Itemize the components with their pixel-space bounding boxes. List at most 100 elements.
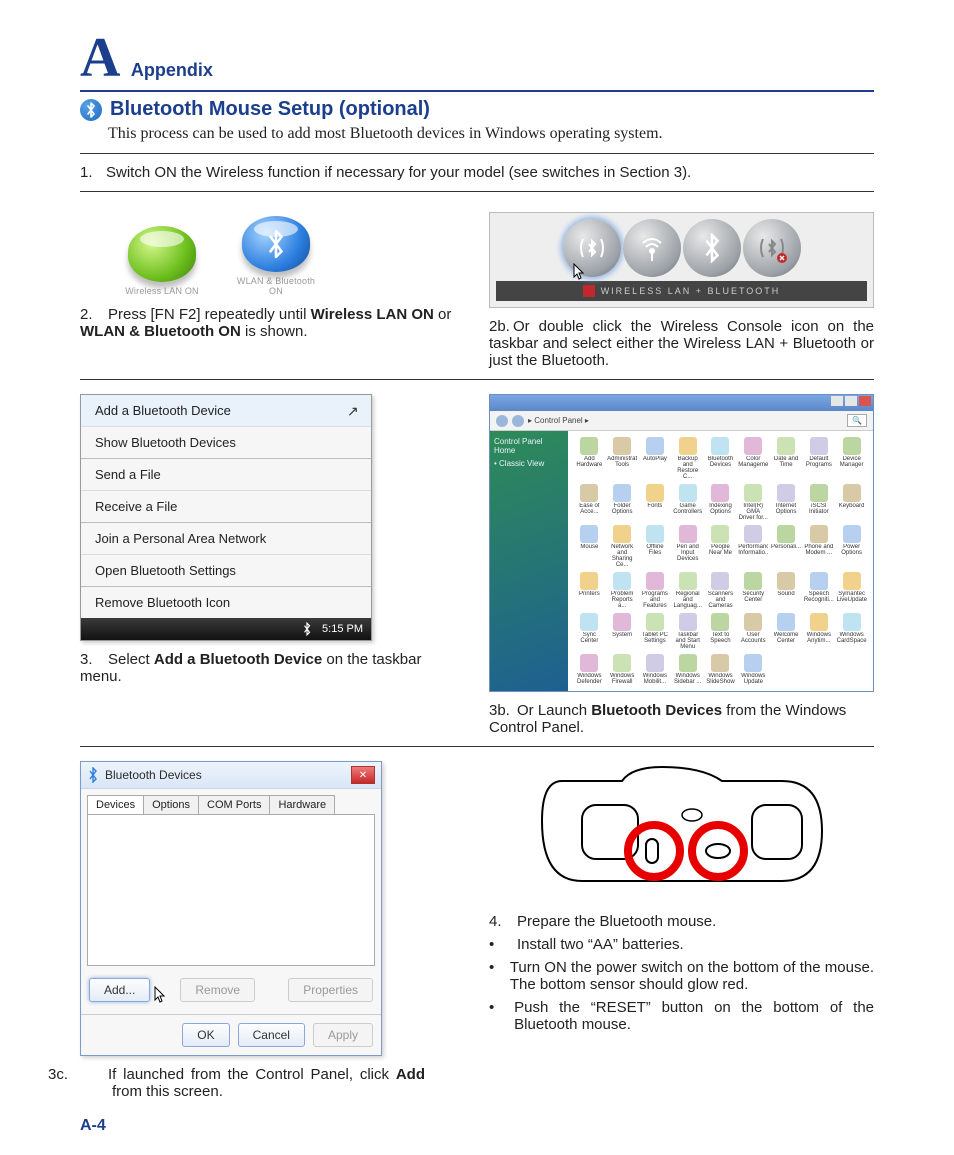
appendix-header: A Appendix	[80, 30, 874, 92]
ok-button[interactable]: OK	[182, 1023, 229, 1047]
tab-hardware[interactable]: Hardware	[269, 795, 335, 814]
cp-applet[interactable]: Windows Defender	[574, 654, 605, 685]
cp-applet[interactable]: Text to Speech	[705, 613, 736, 650]
wc-option-off[interactable]	[743, 219, 801, 277]
cp-breadcrumb[interactable]: ▸ Control Panel ▸	[528, 416, 589, 425]
step-2b: 2b.Or double click the Wireless Console …	[489, 318, 874, 369]
wc-option-wlan[interactable]	[623, 219, 681, 277]
applet-label: Scanners and Cameras	[705, 591, 735, 609]
cp-applet[interactable]: Printers	[574, 572, 605, 609]
applet-icon	[679, 613, 697, 631]
cm-remove-bt-icon[interactable]: Remove Bluetooth Icon	[81, 586, 371, 618]
applet-icon	[744, 654, 762, 672]
cp-applet[interactable]: Performance Informatio...	[738, 525, 769, 568]
cp-applet[interactable]: Sync Center	[574, 613, 605, 650]
cp-applet[interactable]: Ease of Acce...	[574, 484, 605, 521]
step-1: 1.Switch ON the Wireless function if nec…	[80, 164, 874, 181]
cp-applet[interactable]: Administrat... Tools	[607, 437, 638, 480]
cp-applet[interactable]: Network and Sharing Ce...	[607, 525, 638, 568]
cp-applet[interactable]: Date and Time	[771, 437, 802, 480]
cp-applet[interactable]: Internet Options	[771, 484, 802, 521]
cp-applet[interactable]: Keyboard	[836, 484, 867, 521]
applet-icon	[613, 437, 631, 455]
cp-search-input[interactable]: 🔍	[847, 414, 867, 427]
cm-show-bluetooth-devices[interactable]: Show Bluetooth Devices	[81, 426, 371, 458]
cp-applet[interactable]: AutoPlay	[640, 437, 671, 480]
cp-applet[interactable]: Phone and Modem ...	[803, 525, 834, 568]
minimize-button[interactable]	[831, 396, 843, 406]
close-button[interactable]: ✕	[351, 766, 375, 784]
maximize-button[interactable]	[845, 396, 857, 406]
cp-side-home[interactable]: Control Panel Home	[494, 437, 564, 455]
close-button[interactable]	[859, 396, 871, 406]
cp-applet[interactable]: Windows Firewall	[607, 654, 638, 685]
applet-icon	[810, 525, 828, 543]
cm-receive-file[interactable]: Receive a File	[81, 490, 371, 522]
wc-option-bt[interactable]	[683, 219, 741, 277]
divider	[80, 746, 874, 747]
applet-icon	[711, 525, 729, 543]
forward-button[interactable]	[512, 415, 524, 427]
cp-applet[interactable]: Mouse	[574, 525, 605, 568]
cp-applet[interactable]: Scanners and Cameras	[705, 572, 736, 609]
step-4: 4. Prepare the Bluetooth mouse.	[489, 913, 874, 930]
cp-applet[interactable]: Problem Reports a...	[607, 572, 638, 609]
cp-applet[interactable]: Windows Anytim...	[803, 613, 834, 650]
osd-bluetooth-icon: WLAN & Bluetooth ON	[234, 216, 318, 296]
cp-applet[interactable]: Device Manager	[836, 437, 867, 480]
cp-applet[interactable]: Windows CardSpace	[836, 613, 867, 650]
cp-applet[interactable]: Default Programs	[803, 437, 834, 480]
step-1-number: 1.	[80, 164, 106, 181]
cp-applet[interactable]: Sound	[771, 572, 802, 609]
cp-applet[interactable]: Folder Options	[607, 484, 638, 521]
cp-applet[interactable]: Personali...	[771, 525, 802, 568]
cp-applet[interactable]: Programs and Features	[640, 572, 671, 609]
cp-icon-grid: Add HardwareAdministrat... ToolsAutoPlay…	[568, 431, 873, 691]
cp-applet[interactable]: Windows SlideShow	[705, 654, 736, 685]
cp-applet[interactable]: Offline Files	[640, 525, 671, 568]
tab-options[interactable]: Options	[143, 795, 199, 814]
cp-applet[interactable]: Pen and Input Devices	[672, 525, 703, 568]
cp-applet[interactable]: People Near Me	[705, 525, 736, 568]
cp-applet[interactable]: Windows Sidebar ...	[672, 654, 703, 685]
cp-applet[interactable]: Taskbar and Start Menu	[672, 613, 703, 650]
cp-applet[interactable]: Tablet PC Settings	[640, 613, 671, 650]
cp-applet[interactable]: Windows Update	[738, 654, 769, 685]
back-button[interactable]	[496, 415, 508, 427]
cp-applet[interactable]: Indexing Options	[705, 484, 736, 521]
cm-join-pan[interactable]: Join a Personal Area Network	[81, 522, 371, 554]
applet-label: Printers	[579, 591, 600, 597]
wc-option-wlan-bt[interactable]	[563, 219, 621, 277]
step-2: 2.Press [FN F2] repeatedly until Wireles…	[80, 306, 465, 340]
cp-applet[interactable]: iSCSI Initiator	[803, 484, 834, 521]
tab-com-ports[interactable]: COM Ports	[198, 795, 270, 814]
cp-applet[interactable]: Add Hardware	[574, 437, 605, 480]
cp-applet[interactable]: Intel(R) GMA Driver for...	[738, 484, 769, 521]
cm-open-bt-settings[interactable]: Open Bluetooth Settings	[81, 554, 371, 586]
cp-side-classic[interactable]: • Classic View	[494, 459, 564, 468]
cp-applet[interactable]: Speech Recogniti...	[803, 572, 834, 609]
applet-icon	[580, 484, 598, 502]
cp-applet[interactable]: Bluetooth Devices	[705, 437, 736, 480]
bluetooth-tray-icon[interactable]	[302, 622, 312, 636]
cursor-icon	[154, 986, 168, 1004]
cancel-button[interactable]: Cancel	[238, 1023, 305, 1047]
cm-send-file[interactable]: Send a File	[81, 458, 371, 490]
cp-applet[interactable]: System	[607, 613, 638, 650]
cp-applet[interactable]: Fonts	[640, 484, 671, 521]
cp-applet[interactable]: Windows Mobilit...	[640, 654, 671, 685]
cp-applet[interactable]: Power Options	[836, 525, 867, 568]
cm-add-bluetooth-device[interactable]: Add a Bluetooth Device	[81, 395, 371, 426]
tab-devices[interactable]: Devices	[87, 795, 144, 814]
cp-applet[interactable]: User Accounts	[738, 613, 769, 650]
cp-applet[interactable]: Color Management	[738, 437, 769, 480]
cp-applet[interactable]: Welcome Center	[771, 613, 802, 650]
cp-applet[interactable]: Regional and Languag...	[672, 572, 703, 609]
dlg-titlebar: Bluetooth Devices ✕	[81, 762, 381, 789]
cp-applet[interactable]: Security Center	[738, 572, 769, 609]
cp-applet[interactable]: Game Controllers	[672, 484, 703, 521]
mouse-bottom-diagram	[489, 761, 874, 901]
cp-applet[interactable]: Backup and Restore C...	[672, 437, 703, 480]
add-button[interactable]: Add...	[89, 978, 150, 1002]
cp-applet[interactable]: Symantec LiveUpdate	[836, 572, 867, 609]
